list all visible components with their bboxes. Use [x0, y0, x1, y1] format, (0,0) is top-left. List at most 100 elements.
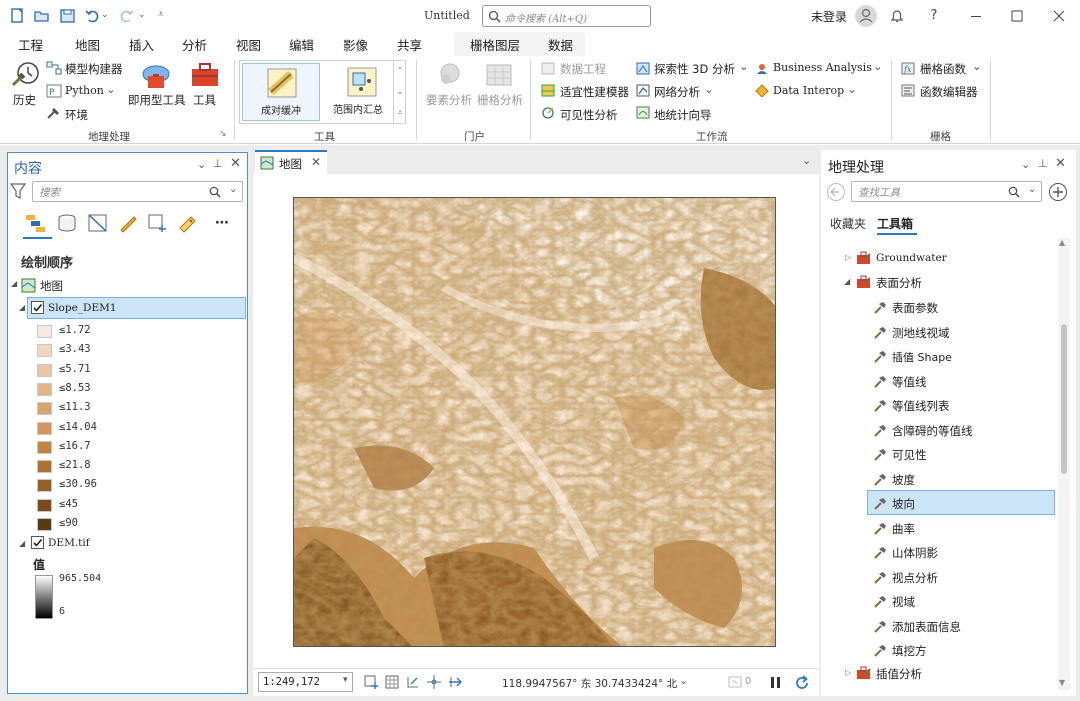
map-node-label[interactable]: 地图 — [40, 278, 63, 294]
environments-button[interactable]: 环境 — [65, 107, 88, 123]
grid-icon[interactable] — [384, 674, 400, 690]
close-icon[interactable]: ✕ — [230, 156, 241, 171]
expand-toolset-icon[interactable]: ▷ — [845, 253, 851, 262]
tool-item[interactable]: 测地线视域 — [892, 325, 950, 341]
collapse-layer-icon[interactable]: ◢ — [19, 303, 25, 312]
tab-share[interactable]: 共享 — [397, 35, 422, 54]
snapping-icon[interactable] — [405, 674, 421, 690]
sign-in-link[interactable]: 未登录 — [811, 8, 847, 25]
tool-item[interactable]: 含障碍的等值线 — [892, 423, 973, 439]
list-by-source-icon[interactable] — [56, 213, 78, 233]
geoprocessing-launcher-icon[interactable]: ↘ — [219, 129, 227, 139]
tab-project[interactable]: 工程 — [18, 35, 43, 54]
collapse-toolset-icon[interactable]: ◢ — [844, 277, 850, 286]
scroll-down-icon[interactable]: ▼ — [1059, 678, 1065, 687]
pin-icon[interactable]: ⊥ — [1038, 157, 1048, 170]
tools-button[interactable]: 工具 — [193, 92, 216, 108]
list-by-labeling-icon[interactable] — [177, 213, 199, 233]
layer-name[interactable]: DEM.tif — [48, 537, 90, 549]
tab-list-icon[interactable]: ⌄ — [802, 154, 811, 167]
tab-raster-layer[interactable]: 栅格图层 — [470, 35, 520, 54]
business-analysis-dropdown-icon[interactable]: ⌄ — [873, 59, 883, 73]
close-tab-icon[interactable]: ✕ — [311, 155, 321, 169]
tool-item[interactable]: 视域 — [892, 594, 915, 610]
geostatistical-wizard-button[interactable]: 地统计向导 — [654, 107, 712, 123]
scale-dropdown-icon[interactable]: ▾ — [343, 675, 348, 685]
legend-swatch[interactable] — [37, 518, 52, 531]
exploratory-3d-dropdown-icon[interactable]: ⌄ — [739, 59, 749, 73]
search-options-icon[interactable]: ⌄ — [1028, 184, 1036, 195]
legend-swatch[interactable] — [37, 498, 52, 512]
suitability-modeler-button[interactable]: 适宜性建模器 — [560, 84, 629, 100]
python-button[interactable]: Python — [65, 84, 104, 97]
tool-item[interactable]: 添加表面信息 — [892, 619, 961, 635]
tool-item[interactable]: 表面参数 — [892, 300, 938, 316]
gallery-item-summarize-within[interactable]: 范围内汇总 — [323, 63, 401, 121]
legend-swatch[interactable] — [37, 460, 52, 474]
toolbox-scrollbar[interactable]: ▲ ▼ — [1058, 238, 1070, 690]
close-icon[interactable]: ✕ — [1055, 156, 1066, 171]
function-editor-button[interactable]: 函数编辑器 — [920, 84, 978, 100]
data-engineering-button[interactable]: 数据工程 — [560, 61, 606, 77]
tab-imagery[interactable]: 影像 — [343, 35, 368, 54]
raster-analysis-button[interactable]: 栅格分析 — [477, 92, 523, 108]
undo-icon[interactable] — [84, 7, 102, 25]
open-project-icon[interactable] — [33, 7, 51, 25]
tab-analysis[interactable]: 分析 — [182, 35, 208, 58]
legend-swatch[interactable] — [37, 363, 52, 377]
find-tools-input[interactable]: 查找工具 ⌄ — [851, 181, 1042, 202]
list-by-editing-icon[interactable] — [117, 213, 139, 233]
help-button[interactable]: ? — [924, 6, 944, 26]
tool-item[interactable]: 坡向 — [892, 496, 915, 512]
tab-edit[interactable]: 编辑 — [289, 35, 314, 54]
gallery-item-pairwise-buffer[interactable]: 成对缓冲 — [242, 63, 320, 121]
new-project-icon[interactable] — [9, 7, 27, 25]
feature-analysis-button[interactable]: 要素分析 — [426, 92, 472, 108]
refresh-icon[interactable] — [793, 674, 811, 692]
tab-map[interactable]: 地图 — [75, 35, 100, 54]
tool-item[interactable]: 曲率 — [892, 521, 915, 537]
python-dropdown-icon[interactable]: ⌄ — [106, 82, 116, 96]
toolset-surface[interactable]: 表面分析 — [876, 275, 922, 291]
close-window-button[interactable] — [1049, 6, 1069, 26]
pause-drawing-icon[interactable] — [767, 674, 783, 690]
maximize-button[interactable] — [1007, 6, 1027, 26]
data-interop-dropdown-icon[interactable]: ⌄ — [847, 82, 857, 96]
list-by-snapping-icon[interactable] — [147, 213, 169, 233]
gallery-scroll[interactable]: ⌃ ⌄ ⩡ — [393, 60, 406, 124]
collapse-map-icon[interactable]: ◢ — [11, 279, 17, 288]
map-scale-select[interactable]: 1:249,172 ▾ — [258, 672, 353, 692]
ready-tools-button[interactable]: 即用型工具 — [128, 92, 186, 108]
toolset-interpolation[interactable]: 插值分析 — [876, 666, 922, 682]
tab-insert[interactable]: 插入 — [129, 35, 154, 54]
slope-raster-image[interactable] — [293, 197, 776, 647]
minimize-button[interactable] — [966, 6, 986, 26]
toolset-groundwater[interactable]: Groundwater — [876, 252, 947, 264]
crosshair-icon[interactable] — [426, 674, 442, 690]
pane-options-icon[interactable]: ⌄ — [1021, 158, 1030, 171]
notifications-bell-icon[interactable] — [887, 6, 907, 26]
tool-item[interactable]: 填挖方 — [892, 643, 927, 659]
selected-features-icon[interactable] — [727, 674, 743, 690]
more-options-icon[interactable]: ⋯ — [215, 215, 229, 231]
pin-icon[interactable]: ⊥ — [213, 157, 223, 170]
network-analysis-button[interactable]: 网络分析 — [654, 84, 700, 100]
legend-swatch[interactable] — [37, 421, 52, 435]
legend-swatch[interactable] — [37, 382, 52, 396]
collapse-layer-icon[interactable]: ◢ — [19, 539, 25, 548]
navigation-icon[interactable] — [447, 674, 463, 690]
list-by-selection-icon[interactable] — [87, 213, 109, 233]
tool-item[interactable]: 插值 Shape — [892, 349, 952, 365]
legend-swatch[interactable] — [37, 440, 52, 454]
layer-name[interactable]: Slope_DEM1 — [48, 302, 117, 314]
data-interop-button[interactable]: Data Interop — [773, 84, 844, 97]
add-icon[interactable] — [1048, 182, 1068, 202]
add-bookmark-icon[interactable] — [363, 674, 379, 690]
tool-item[interactable]: 坡度 — [892, 472, 915, 488]
exploratory-3d-button[interactable]: 探索性 3D 分析 — [654, 61, 735, 77]
history-button[interactable]: 历史 — [13, 92, 36, 108]
tool-item[interactable]: 视点分析 — [892, 570, 938, 586]
pane-options-icon[interactable]: ⌄ — [197, 158, 206, 171]
search-options-icon[interactable]: ⌄ — [229, 184, 237, 195]
coordinate-format-dropdown-icon[interactable]: ⌄ — [679, 674, 688, 687]
